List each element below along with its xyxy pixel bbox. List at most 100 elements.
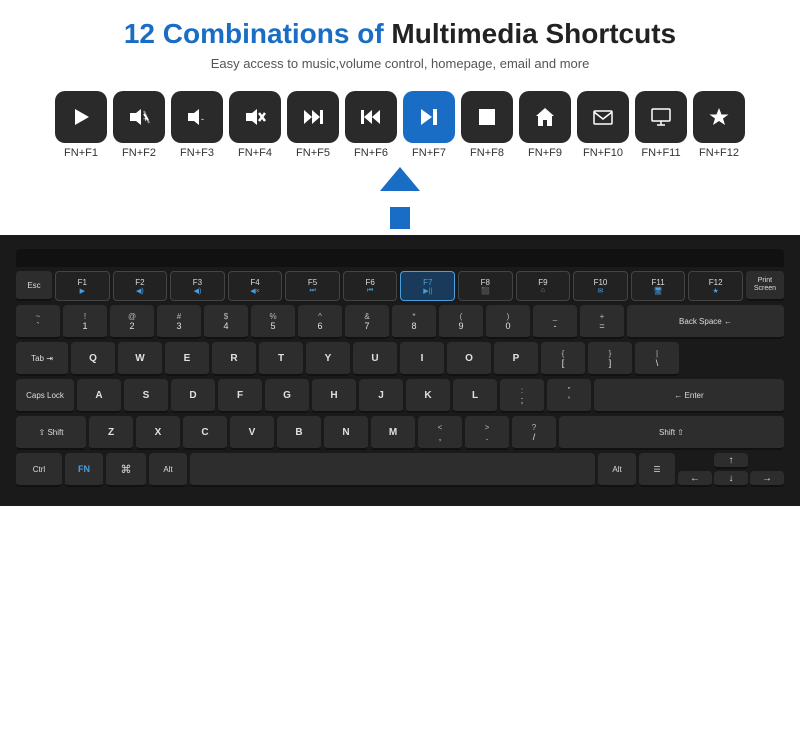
key-3[interactable]: #3 xyxy=(157,305,201,339)
key-backspace[interactable]: Back Space ← xyxy=(627,305,784,339)
header-section: 12 Combinations of Multimedia Shortcuts … xyxy=(0,0,800,81)
key-8[interactable]: *8 xyxy=(392,305,436,339)
key-y[interactable]: Y xyxy=(306,342,350,376)
asdf-row: Caps Lock A S D F G H J K L :; "' ← Ente… xyxy=(16,379,784,413)
key-shift-right[interactable]: Shift ⇧ xyxy=(559,416,784,450)
key-q[interactable]: Q xyxy=(71,342,115,376)
fn-f8-icon xyxy=(461,91,513,143)
key-comma[interactable]: <, xyxy=(418,416,462,450)
shortcut-fn-f1: FN+F1 xyxy=(55,91,107,159)
key-7[interactable]: &7 xyxy=(345,305,389,339)
key-v[interactable]: V xyxy=(230,416,274,450)
key-equals[interactable]: += xyxy=(580,305,624,339)
key-period[interactable]: >. xyxy=(465,416,509,450)
fn-f11-icon xyxy=(635,91,687,143)
key-e[interactable]: E xyxy=(165,342,209,376)
key-tab[interactable]: Tab ⇥ xyxy=(16,342,68,376)
page-title: 12 Combinations of Multimedia Shortcuts xyxy=(20,18,780,50)
arrow-cluster: ↑ ← ↓ → xyxy=(678,453,784,487)
key-f7[interactable]: F7 ▶|| xyxy=(400,271,455,301)
key-a[interactable]: A xyxy=(77,379,121,413)
key-f12[interactable]: F12 ★ xyxy=(688,271,743,301)
key-1[interactable]: !1 xyxy=(63,305,107,339)
key-f8[interactable]: F8 ⬛ xyxy=(458,271,513,301)
arrow-indicator xyxy=(0,163,800,235)
key-f6[interactable]: F6 ⏮ xyxy=(343,271,398,301)
key-fn-blue[interactable]: FN xyxy=(65,453,103,487)
title-black: Multimedia Shortcuts xyxy=(384,18,676,49)
shortcut-fn-f8: FN+F8 xyxy=(461,91,513,159)
key-alt-right[interactable]: Alt xyxy=(598,453,636,487)
key-arrow-down[interactable]: ↓ xyxy=(714,471,748,487)
key-f[interactable]: F xyxy=(218,379,262,413)
keyboard-top-bar xyxy=(16,249,784,267)
key-z[interactable]: Z xyxy=(89,416,133,450)
key-l[interactable]: L xyxy=(453,379,497,413)
fn-f2-label: FN+F2 xyxy=(122,147,156,159)
key-p[interactable]: P xyxy=(494,342,538,376)
key-d[interactable]: D xyxy=(171,379,215,413)
key-g[interactable]: G xyxy=(265,379,309,413)
key-app[interactable]: ☰ xyxy=(639,453,675,487)
key-o[interactable]: O xyxy=(447,342,491,376)
key-cmd-left[interactable]: ⌘ xyxy=(106,453,146,487)
key-h[interactable]: H xyxy=(312,379,356,413)
key-alt-left[interactable]: Alt xyxy=(149,453,187,487)
key-f11[interactable]: F11 🖥 xyxy=(631,271,686,301)
key-r[interactable]: R xyxy=(212,342,256,376)
key-2[interactable]: @2 xyxy=(110,305,154,339)
key-arrow-right[interactable]: → xyxy=(750,471,784,487)
key-5[interactable]: %5 xyxy=(251,305,295,339)
key-s[interactable]: S xyxy=(124,379,168,413)
fn-f11-label: FN+F11 xyxy=(641,147,680,159)
key-t[interactable]: T xyxy=(259,342,303,376)
key-semicolon[interactable]: :; xyxy=(500,379,544,413)
key-9[interactable]: (9 xyxy=(439,305,483,339)
shortcut-fn-f7: FN+F7 xyxy=(403,91,455,159)
key-c[interactable]: C xyxy=(183,416,227,450)
key-shift-left[interactable]: ⇧ Shift xyxy=(16,416,86,450)
key-f9[interactable]: F9 ⌂ xyxy=(516,271,571,301)
key-lbracket[interactable]: {[ xyxy=(541,342,585,376)
key-minus[interactable]: _- xyxy=(533,305,577,339)
key-backslash[interactable]: |\ xyxy=(635,342,679,376)
fn-f12-icon xyxy=(693,91,745,143)
fn-f7-label: FN+F7 xyxy=(412,147,446,159)
key-esc[interactable]: Esc xyxy=(16,271,52,301)
key-x[interactable]: X xyxy=(136,416,180,450)
key-f5[interactable]: F5 ⏭ xyxy=(285,271,340,301)
key-caps-lock[interactable]: Caps Lock xyxy=(16,379,74,413)
key-u[interactable]: U xyxy=(353,342,397,376)
key-quote[interactable]: "' xyxy=(547,379,591,413)
keyboard-section: Esc F1 ▶ F2 ◀) F3 ◀) F4 ◀× F5 ⏭ F6 ⏮ F7 … xyxy=(0,235,800,506)
key-f4[interactable]: F4 ◀× xyxy=(228,271,283,301)
key-w[interactable]: W xyxy=(118,342,162,376)
key-j[interactable]: J xyxy=(359,379,403,413)
key-space[interactable] xyxy=(190,453,595,487)
key-0[interactable]: )0 xyxy=(486,305,530,339)
key-arrow-up[interactable]: ↑ xyxy=(714,453,748,469)
key-f1[interactable]: F1 ▶ xyxy=(55,271,110,301)
key-f2[interactable]: F2 ◀) xyxy=(113,271,168,301)
key-b[interactable]: B xyxy=(277,416,321,450)
fn-f10-icon xyxy=(577,91,629,143)
key-m[interactable]: M xyxy=(371,416,415,450)
fn-f4-label: FN+F4 xyxy=(238,147,272,159)
zxcv-row: ⇧ Shift Z X C V B N M <, >. ?/ Shift ⇧ xyxy=(16,416,784,450)
key-i[interactable]: I xyxy=(400,342,444,376)
shortcut-fn-f12: FN+F12 xyxy=(693,91,745,159)
key-tilde[interactable]: ~` xyxy=(16,305,60,339)
key-ctrl-left[interactable]: Ctrl xyxy=(16,453,62,487)
key-4[interactable]: $4 xyxy=(204,305,248,339)
key-6[interactable]: ^6 xyxy=(298,305,342,339)
key-print-screen[interactable]: PrintScreen xyxy=(746,271,784,301)
fn-f9-icon xyxy=(519,91,571,143)
key-f3[interactable]: F3 ◀) xyxy=(170,271,225,301)
key-enter[interactable]: ← Enter xyxy=(594,379,784,413)
key-rbracket[interactable]: }] xyxy=(588,342,632,376)
key-n[interactable]: N xyxy=(324,416,368,450)
key-slash[interactable]: ?/ xyxy=(512,416,556,450)
key-k[interactable]: K xyxy=(406,379,450,413)
key-f10[interactable]: F10 ✉ xyxy=(573,271,628,301)
key-arrow-left[interactable]: ← xyxy=(678,471,712,487)
